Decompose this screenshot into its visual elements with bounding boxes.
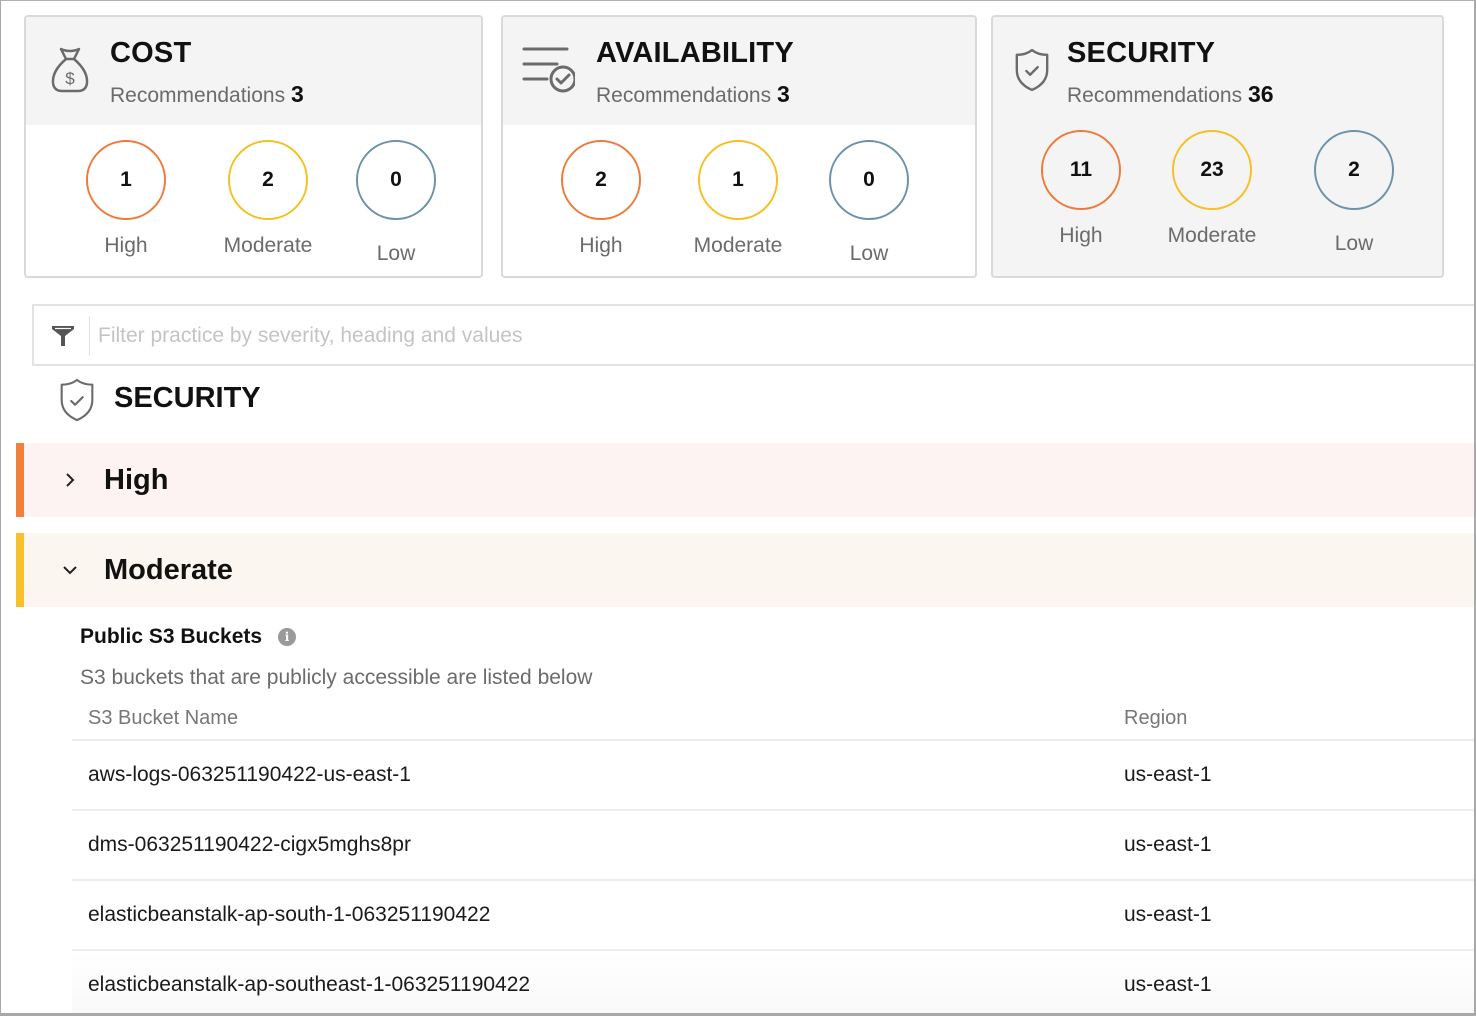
card-title: COST: [110, 37, 192, 69]
recommendations-count: Recommendations 36: [1067, 81, 1274, 108]
cell-region: us-east-1: [1124, 973, 1212, 996]
list-check-icon: [522, 47, 575, 93]
severity-moderate[interactable]: 23 Moderate: [1152, 130, 1272, 248]
accordion-label: Moderate: [104, 553, 233, 586]
filter-bar: [32, 304, 1476, 366]
accordion-label: High: [104, 463, 169, 496]
column-header-region[interactable]: Region: [1124, 707, 1187, 730]
severity-label: Moderate: [693, 234, 783, 257]
shield-check-icon: [1015, 48, 1049, 92]
cell-region: us-east-1: [1124, 833, 1212, 856]
severity-moderate[interactable]: 1 Moderate: [678, 140, 798, 258]
card-body: 11 High 23 Moderate 2 Low: [993, 125, 1442, 276]
card-header: $ COST Recommendations 3: [26, 17, 481, 125]
recommendations-value: 36: [1247, 81, 1274, 107]
severity-ring-low: 0: [829, 140, 909, 220]
chevron-right-icon[interactable]: [60, 470, 80, 490]
section-title: SECURITY: [114, 382, 261, 414]
severity-low[interactable]: 0 Low: [336, 140, 456, 266]
severity-ring-moderate: 23: [1172, 130, 1252, 210]
window-border: [1, 1013, 1476, 1015]
recommendations-value: 3: [290, 81, 304, 107]
severity-label: High: [1059, 224, 1103, 247]
cell-bucket-name: elasticbeanstalk-ap-south-1-063251190422: [88, 903, 491, 926]
recommendations-value: 3: [776, 81, 790, 107]
severity-label: Moderate: [223, 234, 313, 257]
card-body: 1 High 2 Moderate 0 Low: [26, 125, 481, 276]
severity-ring-low: 2: [1314, 130, 1394, 210]
severity-label: Low: [1334, 232, 1374, 255]
practice-title: Public S3 Buckets i: [80, 625, 297, 649]
card-title: AVAILABILITY: [596, 37, 794, 69]
card-header: SECURITY Recommendations 36: [993, 17, 1442, 125]
severity-label: High: [104, 234, 148, 257]
severity-label: Moderate: [1167, 224, 1257, 247]
severity-ring-high: 1: [86, 140, 166, 220]
recommendations-label: Recommendations: [1067, 84, 1243, 107]
table-row: elasticbeanstalk-ap-southeast-1-06325119…: [72, 951, 1476, 1015]
s3-buckets-table: S3 Bucket Name Region aws-logs-063251190…: [72, 701, 1476, 1015]
column-header-bucket-name[interactable]: S3 Bucket Name: [88, 707, 238, 730]
severity-label: Low: [376, 242, 416, 265]
severity-moderate[interactable]: 2 Moderate: [208, 140, 328, 258]
severity-ring-low: 0: [356, 140, 436, 220]
recommendations-count: Recommendations 3: [596, 81, 790, 108]
card-title: SECURITY: [1067, 37, 1216, 69]
shield-check-icon: [60, 378, 94, 422]
card-header: AVAILABILITY Recommendations 3: [503, 17, 975, 125]
severity-ring-moderate: 2: [228, 140, 308, 220]
severity-ring-high: 2: [561, 140, 641, 220]
funnel-icon[interactable]: [50, 323, 76, 349]
table-row: elasticbeanstalk-ap-south-1-063251190422…: [72, 881, 1476, 951]
filter-input[interactable]: [98, 318, 1458, 354]
severity-label: Low: [849, 242, 889, 265]
severity-low[interactable]: 2 Low: [1294, 130, 1414, 256]
table-header: S3 Bucket Name Region: [72, 701, 1476, 741]
info-icon[interactable]: i: [278, 628, 297, 646]
cell-bucket-name: elasticbeanstalk-ap-southeast-1-06325119…: [88, 973, 531, 996]
severity-ring-moderate: 1: [698, 140, 778, 220]
severity-high[interactable]: 2 High: [541, 140, 661, 258]
money-bag-icon: $: [51, 47, 89, 93]
cell-bucket-name: dms-063251190422-cigx5mghs8pr: [88, 833, 411, 856]
practice-description: S3 buckets that are publicly accessible …: [80, 666, 593, 689]
recommendations-label: Recommendations: [110, 84, 286, 107]
cell-region: us-east-1: [1124, 763, 1212, 786]
summary-card-availability[interactable]: AVAILABILITY Recommendations 3 2 High 1 …: [501, 15, 977, 278]
severity-label: High: [579, 234, 623, 257]
cell-region: us-east-1: [1124, 903, 1212, 926]
chevron-down-icon[interactable]: [60, 560, 80, 580]
severity-low[interactable]: 0 Low: [809, 140, 929, 266]
severity-high[interactable]: 1 High: [66, 140, 186, 258]
summary-card-security[interactable]: SECURITY Recommendations 36 11 High 23 M…: [991, 15, 1444, 278]
app-frame: $ COST Recommendations 3 1 High 2 Modera…: [0, 0, 1476, 1016]
filter-divider: [89, 316, 90, 356]
severity-ring-high: 11: [1041, 130, 1121, 210]
accordion-moderate[interactable]: Moderate: [16, 533, 1476, 607]
practice-title-text: Public S3 Buckets: [80, 625, 263, 648]
accordion-high[interactable]: High: [16, 443, 1476, 517]
recommendations-count: Recommendations 3: [110, 81, 304, 108]
cell-bucket-name: aws-logs-063251190422-us-east-1: [88, 763, 411, 786]
svg-text:$: $: [65, 69, 75, 88]
severity-high[interactable]: 11 High: [1021, 130, 1141, 248]
table-row: dms-063251190422-cigx5mghs8pr us-east-1: [72, 811, 1476, 881]
recommendations-label: Recommendations: [596, 84, 772, 107]
table-row: aws-logs-063251190422-us-east-1 us-east-…: [72, 741, 1476, 811]
card-body: 2 High 1 Moderate 0 Low: [503, 125, 975, 276]
summary-card-cost[interactable]: $ COST Recommendations 3 1 High 2 Modera…: [24, 15, 483, 278]
